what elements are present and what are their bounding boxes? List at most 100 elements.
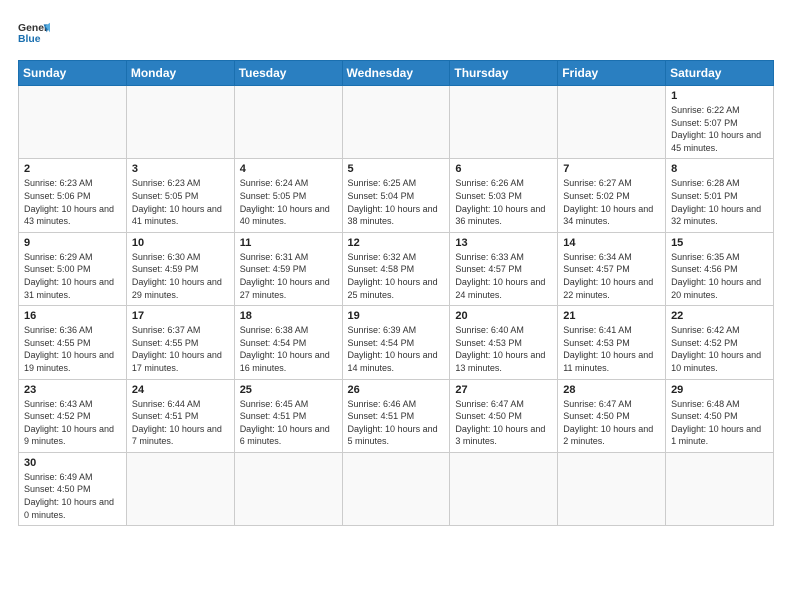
day-info: Sunrise: 6:43 AM Sunset: 4:52 PM Dayligh… (24, 398, 121, 448)
day-number: 5 (348, 163, 445, 175)
calendar-cell (234, 86, 342, 159)
svg-text:Blue: Blue (18, 34, 41, 45)
calendar-week-row: 16Sunrise: 6:36 AM Sunset: 4:55 PM Dayli… (19, 306, 774, 379)
day-number: 1 (671, 90, 768, 102)
calendar-cell: 7 Sunrise: 6:27 AM Sunset: 5:02 PM Daylig… (558, 159, 666, 232)
day-info: Sunrise: 6:30 AM Sunset: 4:59 PM Dayligh… (132, 251, 229, 301)
weekday-header-thursday: Thursday (450, 61, 558, 86)
day-info: Sunrise: 6:46 AM Sunset: 4:51 PM Dayligh… (348, 398, 445, 448)
calendar-cell (126, 86, 234, 159)
day-info: Sunrise: 6:28 AM Sunset: 5:01 PM Dayligh… (671, 177, 768, 227)
day-info: Sunrise: 6:31 AM Sunset: 4:59 PM Dayligh… (240, 251, 337, 301)
weekday-header-monday: Monday (126, 61, 234, 86)
day-number: 12 (348, 237, 445, 249)
day-number: 4 (240, 163, 337, 175)
calendar-cell: 23 Sunrise: 6:43 AM Sunset: 4:52 PM Dayli… (19, 379, 127, 452)
calendar-cell: 19 Sunrise: 6:39 AM Sunset: 4:54 PM Dayli… (342, 306, 450, 379)
day-number: 19 (348, 310, 445, 322)
calendar-cell: 20 Sunrise: 6:40 AM Sunset: 4:53 PM Dayli… (450, 306, 558, 379)
day-number: 8 (671, 163, 768, 175)
generalblue-logo-icon: General Blue (18, 18, 50, 50)
day-number: 27 (455, 384, 552, 396)
calendar-cell: 15 Sunrise: 6:35 AM Sunset: 4:56 PM Dayli… (666, 232, 774, 305)
page: General Blue SundayMondayTuesdayWednesda… (0, 0, 792, 612)
calendar-cell (666, 452, 774, 525)
calendar-cell: 12 Sunrise: 6:32 AM Sunset: 4:58 PM Dayli… (342, 232, 450, 305)
calendar-cell: 29 Sunrise: 6:48 AM Sunset: 4:50 PM Dayli… (666, 379, 774, 452)
day-info: Sunrise: 6:38 AM Sunset: 4:54 PM Dayligh… (240, 324, 337, 374)
day-info: Sunrise: 6:40 AM Sunset: 4:53 PM Dayligh… (455, 324, 552, 374)
day-info: Sunrise: 6:27 AM Sunset: 5:02 PM Dayligh… (563, 177, 660, 227)
day-number: 20 (455, 310, 552, 322)
calendar-cell: 27Sunrise: 6:47 AM Sunset: 4:50 PM Dayli… (450, 379, 558, 452)
calendar-cell: 1 Sunrise: 6:22 AM Sunset: 5:07 PM Daylig… (666, 86, 774, 159)
day-number: 11 (240, 237, 337, 249)
day-info: Sunrise: 6:42 AM Sunset: 4:52 PM Dayligh… (671, 324, 768, 374)
day-number: 22 (671, 310, 768, 322)
calendar-cell: 21Sunrise: 6:41 AM Sunset: 4:53 PM Dayli… (558, 306, 666, 379)
day-info: Sunrise: 6:45 AM Sunset: 4:51 PM Dayligh… (240, 398, 337, 448)
day-info: Sunrise: 6:32 AM Sunset: 4:58 PM Dayligh… (348, 251, 445, 301)
day-info: Sunrise: 6:23 AM Sunset: 5:05 PM Dayligh… (132, 177, 229, 227)
calendar-cell (234, 452, 342, 525)
calendar-cell (558, 452, 666, 525)
calendar-cell: 9Sunrise: 6:29 AM Sunset: 5:00 PM Daylig… (19, 232, 127, 305)
calendar-cell: 10Sunrise: 6:30 AM Sunset: 4:59 PM Dayli… (126, 232, 234, 305)
day-number: 7 (563, 163, 660, 175)
day-number: 3 (132, 163, 229, 175)
day-info: Sunrise: 6:47 AM Sunset: 4:50 PM Dayligh… (563, 398, 660, 448)
day-number: 29 (671, 384, 768, 396)
day-number: 24 (132, 384, 229, 396)
day-info: Sunrise: 6:25 AM Sunset: 5:04 PM Dayligh… (348, 177, 445, 227)
day-number: 26 (348, 384, 445, 396)
day-info: Sunrise: 6:24 AM Sunset: 5:05 PM Dayligh… (240, 177, 337, 227)
weekday-header-sunday: Sunday (19, 61, 127, 86)
day-info: Sunrise: 6:39 AM Sunset: 4:54 PM Dayligh… (348, 324, 445, 374)
day-info: Sunrise: 6:34 AM Sunset: 4:57 PM Dayligh… (563, 251, 660, 301)
calendar-cell: 28Sunrise: 6:47 AM Sunset: 4:50 PM Dayli… (558, 379, 666, 452)
day-info: Sunrise: 6:37 AM Sunset: 4:55 PM Dayligh… (132, 324, 229, 374)
day-info: Sunrise: 6:33 AM Sunset: 4:57 PM Dayligh… (455, 251, 552, 301)
calendar-cell: 16Sunrise: 6:36 AM Sunset: 4:55 PM Dayli… (19, 306, 127, 379)
day-info: Sunrise: 6:49 AM Sunset: 4:50 PM Dayligh… (24, 471, 121, 521)
weekday-header-friday: Friday (558, 61, 666, 86)
calendar-cell (19, 86, 127, 159)
day-info: Sunrise: 6:29 AM Sunset: 5:00 PM Dayligh… (24, 251, 121, 301)
calendar-cell: 14Sunrise: 6:34 AM Sunset: 4:57 PM Dayli… (558, 232, 666, 305)
day-number: 2 (24, 163, 121, 175)
day-number: 15 (671, 237, 768, 249)
calendar-table: SundayMondayTuesdayWednesdayThursdayFrid… (18, 60, 774, 526)
day-number: 6 (455, 163, 552, 175)
calendar-cell: 30 Sunrise: 6:49 AM Sunset: 4:50 PM Dayli… (19, 452, 127, 525)
calendar-cell: 5 Sunrise: 6:25 AM Sunset: 5:04 PM Daylig… (342, 159, 450, 232)
calendar-cell (126, 452, 234, 525)
calendar-week-row: 2 Sunrise: 6:23 AM Sunset: 5:06 PM Daylig… (19, 159, 774, 232)
day-info: Sunrise: 6:23 AM Sunset: 5:06 PM Dayligh… (24, 177, 121, 227)
calendar-cell (450, 452, 558, 525)
calendar-cell: 24 Sunrise: 6:44 AM Sunset: 4:51 PM Dayli… (126, 379, 234, 452)
day-number: 30 (24, 457, 121, 469)
day-info: Sunrise: 6:35 AM Sunset: 4:56 PM Dayligh… (671, 251, 768, 301)
weekday-header-tuesday: Tuesday (234, 61, 342, 86)
calendar-cell: 22 Sunrise: 6:42 AM Sunset: 4:52 PM Dayli… (666, 306, 774, 379)
weekday-header-row: SundayMondayTuesdayWednesdayThursdayFrid… (19, 61, 774, 86)
calendar-cell: 2 Sunrise: 6:23 AM Sunset: 5:06 PM Daylig… (19, 159, 127, 232)
day-info: Sunrise: 6:44 AM Sunset: 4:51 PM Dayligh… (132, 398, 229, 448)
day-number: 25 (240, 384, 337, 396)
calendar-cell: 8 Sunrise: 6:28 AM Sunset: 5:01 PM Daylig… (666, 159, 774, 232)
day-number: 13 (455, 237, 552, 249)
day-number: 21 (563, 310, 660, 322)
day-number: 23 (24, 384, 121, 396)
day-info: Sunrise: 6:22 AM Sunset: 5:07 PM Dayligh… (671, 104, 768, 154)
header: General Blue (18, 18, 774, 50)
day-info: Sunrise: 6:48 AM Sunset: 4:50 PM Dayligh… (671, 398, 768, 448)
day-number: 17 (132, 310, 229, 322)
weekday-header-wednesday: Wednesday (342, 61, 450, 86)
weekday-header-saturday: Saturday (666, 61, 774, 86)
day-number: 16 (24, 310, 121, 322)
day-info: Sunrise: 6:26 AM Sunset: 5:03 PM Dayligh… (455, 177, 552, 227)
calendar-week-row: 1 Sunrise: 6:22 AM Sunset: 5:07 PM Daylig… (19, 86, 774, 159)
calendar-cell: 3 Sunrise: 6:23 AM Sunset: 5:05 PM Daylig… (126, 159, 234, 232)
calendar-cell (450, 86, 558, 159)
calendar-cell: 11 Sunrise: 6:31 AM Sunset: 4:59 PM Dayli… (234, 232, 342, 305)
